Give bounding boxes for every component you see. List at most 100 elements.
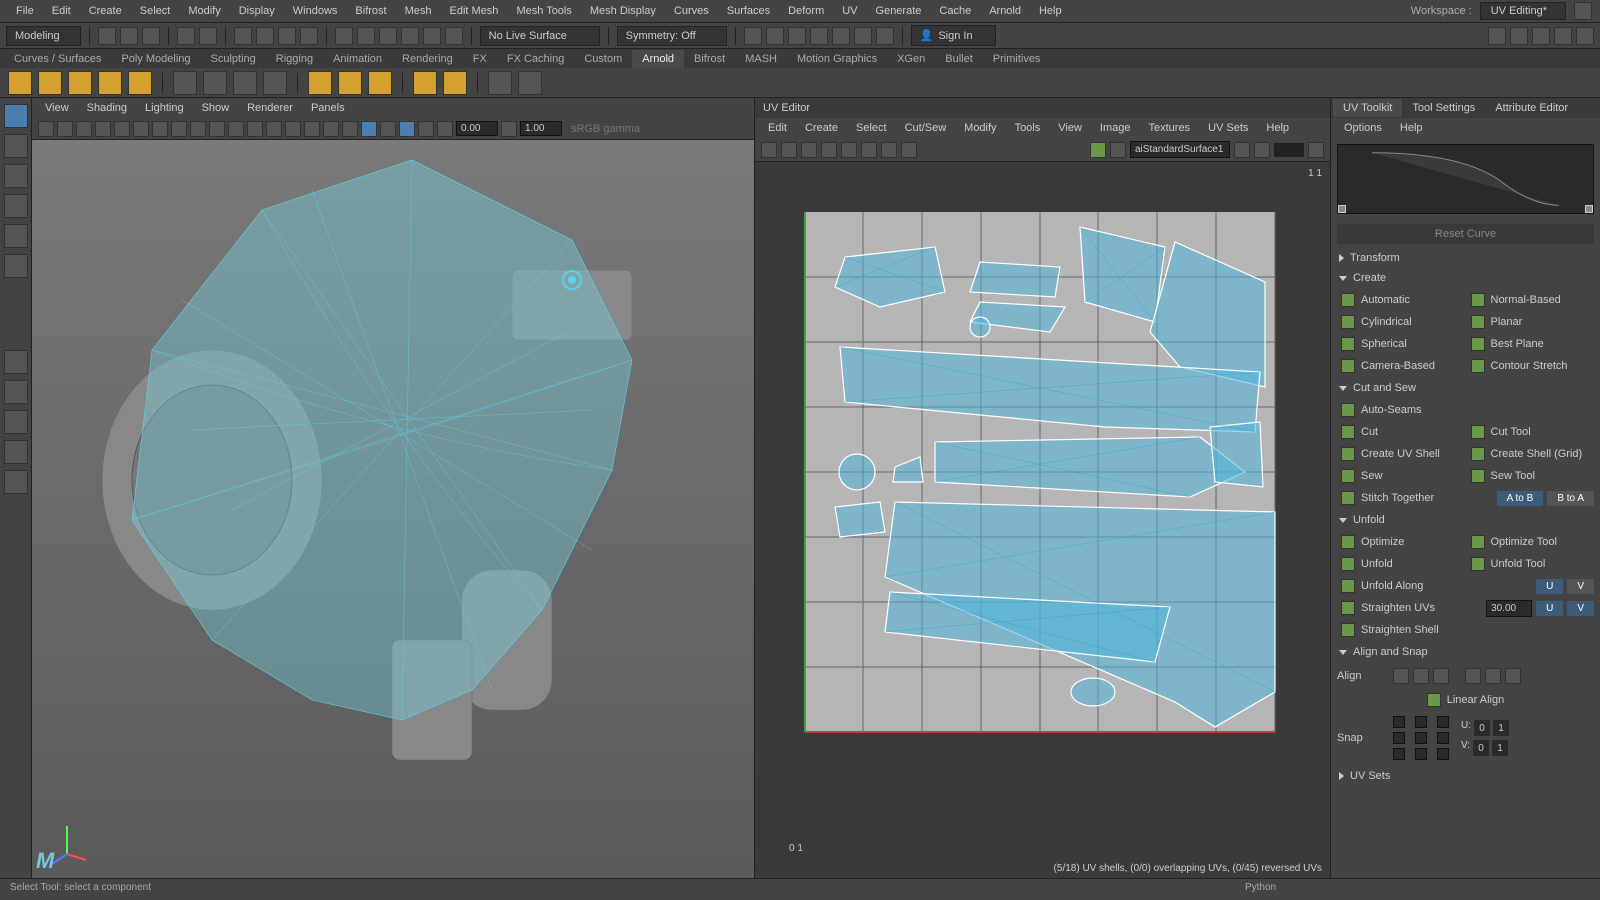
v0-val[interactable]: 0 bbox=[1473, 740, 1489, 756]
new-scene-icon[interactable] bbox=[98, 27, 116, 45]
menu-bifrost[interactable]: Bifrost bbox=[347, 2, 394, 20]
lock-icon[interactable] bbox=[1574, 2, 1592, 20]
straighten-u-button[interactable]: U bbox=[1536, 601, 1563, 616]
playback-icon[interactable] bbox=[788, 27, 806, 45]
tab-attribute-editor[interactable]: Attribute Editor bbox=[1485, 99, 1578, 117]
snap-ml-checkbox[interactable] bbox=[1393, 732, 1405, 744]
align-left-icon[interactable] bbox=[1393, 668, 1409, 684]
uv-menu-edit[interactable]: Edit bbox=[761, 120, 794, 136]
vp-toggle6-icon[interactable] bbox=[399, 121, 415, 137]
shelf-tab-anim[interactable]: Animation bbox=[323, 50, 392, 68]
layout2-icon[interactable] bbox=[1510, 27, 1528, 45]
menu-editmesh[interactable]: Edit Mesh bbox=[442, 2, 507, 20]
vp-toggle2-icon[interactable] bbox=[323, 121, 339, 137]
section-align[interactable]: Align and Snap bbox=[1331, 642, 1600, 662]
toolkit-menu-help[interactable]: Help bbox=[1393, 120, 1430, 136]
shelf-tab-bullet[interactable]: Bullet bbox=[935, 50, 983, 68]
symmetry-selector[interactable]: Symmetry: Off bbox=[617, 26, 727, 46]
straightenshell-button[interactable]: Straighten Shell bbox=[1337, 620, 1594, 640]
uv-menu-uvsets[interactable]: UV Sets bbox=[1201, 120, 1255, 136]
menu-create[interactable]: Create bbox=[81, 2, 130, 20]
sewtool-button[interactable]: Sew Tool bbox=[1467, 466, 1595, 486]
uv-pixel-icon[interactable] bbox=[801, 142, 817, 158]
menu-surfaces[interactable]: Surfaces bbox=[719, 2, 778, 20]
uv-menu-textures[interactable]: Textures bbox=[1141, 120, 1197, 136]
section-unfold[interactable]: Unfold bbox=[1331, 510, 1600, 530]
menu-select[interactable]: Select bbox=[132, 2, 179, 20]
uv-grid-icon[interactable] bbox=[761, 142, 777, 158]
paint-select-icon[interactable] bbox=[278, 27, 296, 45]
snap-bl-checkbox[interactable] bbox=[1393, 748, 1405, 760]
align-right-icon[interactable] bbox=[1433, 668, 1449, 684]
vp-menu-shading[interactable]: Shading bbox=[80, 100, 134, 116]
workspace-selector[interactable]: UV Editing* bbox=[1480, 2, 1566, 20]
uv-menu-view[interactable]: View bbox=[1051, 120, 1089, 136]
create-camera-button[interactable]: Camera-Based bbox=[1337, 356, 1465, 376]
layout5-icon[interactable] bbox=[1576, 27, 1594, 45]
vp-menu-view[interactable]: View bbox=[38, 100, 76, 116]
vp-tex-icon[interactable] bbox=[190, 121, 206, 137]
snap-curve-icon[interactable] bbox=[357, 27, 375, 45]
vp-shaded-icon[interactable] bbox=[171, 121, 187, 137]
unfold-u-button[interactable]: U bbox=[1536, 579, 1563, 594]
menu-mesh[interactable]: Mesh bbox=[397, 2, 440, 20]
snap-mr-checkbox[interactable] bbox=[1437, 732, 1449, 744]
vp-isolate-icon[interactable] bbox=[247, 121, 263, 137]
createshellgrid-button[interactable]: Create Shell (Grid) bbox=[1467, 444, 1595, 464]
pause-icon[interactable] bbox=[876, 27, 894, 45]
redo-icon[interactable] bbox=[199, 27, 217, 45]
signin-button[interactable]: 👤 Sign In bbox=[911, 25, 996, 46]
v1-val[interactable]: 1 bbox=[1492, 740, 1508, 756]
uv-tile-icon[interactable] bbox=[821, 142, 837, 158]
uv-material-icon[interactable] bbox=[1090, 142, 1106, 158]
arnold-mesh3-icon[interactable] bbox=[233, 71, 257, 95]
falloff-curve-editor[interactable] bbox=[1337, 144, 1594, 214]
vp-gamma-input[interactable] bbox=[520, 121, 562, 136]
rotate-tool-icon[interactable] bbox=[4, 224, 28, 248]
shelf-tab-fx[interactable]: FX bbox=[463, 50, 497, 68]
vp-shadow-icon[interactable] bbox=[228, 121, 244, 137]
uv-checker-icon[interactable] bbox=[861, 142, 877, 158]
snap-br-checkbox[interactable] bbox=[1437, 748, 1449, 760]
uv-settings-icon[interactable] bbox=[1110, 142, 1126, 158]
layout-prev-icon[interactable] bbox=[4, 440, 28, 464]
shelf-tab-arnold[interactable]: Arnold bbox=[632, 50, 684, 68]
layout4-icon[interactable] bbox=[1554, 27, 1572, 45]
align-bottom-icon[interactable] bbox=[1505, 668, 1521, 684]
shelf-tab-custom[interactable]: Custom bbox=[574, 50, 632, 68]
snap-tc-checkbox[interactable] bbox=[1415, 716, 1427, 728]
play-icon[interactable] bbox=[854, 27, 872, 45]
create-planar-button[interactable]: Planar bbox=[1467, 312, 1595, 332]
vp-toggle3-icon[interactable] bbox=[342, 121, 358, 137]
vp-xray-icon[interactable] bbox=[266, 121, 282, 137]
curve-handle-left[interactable] bbox=[1338, 205, 1346, 213]
lasso-icon[interactable] bbox=[256, 27, 274, 45]
uv-image-icon[interactable] bbox=[901, 142, 917, 158]
snap-plane-icon[interactable] bbox=[401, 27, 419, 45]
unfold-v-button[interactable]: V bbox=[1567, 579, 1594, 594]
vp-exposure-icon[interactable] bbox=[437, 121, 453, 137]
vp-safe-icon[interactable] bbox=[133, 121, 149, 137]
vp-menu-panels[interactable]: Panels bbox=[304, 100, 352, 116]
menu-edit[interactable]: Edit bbox=[44, 2, 79, 20]
scale-tool-icon[interactable] bbox=[4, 254, 28, 278]
vp-wireframe-icon[interactable] bbox=[152, 121, 168, 137]
snap-bc-checkbox[interactable] bbox=[1415, 748, 1427, 760]
uv-menu-modify[interactable]: Modify bbox=[957, 120, 1003, 136]
vp-menu-renderer[interactable]: Renderer bbox=[240, 100, 300, 116]
uv-bake-icon[interactable] bbox=[1254, 142, 1270, 158]
mode-selector[interactable]: Modeling bbox=[6, 26, 81, 46]
menu-windows[interactable]: Windows bbox=[285, 2, 346, 20]
vp-gate-icon[interactable] bbox=[114, 121, 130, 137]
shelf-tab-fxcache[interactable]: FX Caching bbox=[497, 50, 574, 68]
align-middle-icon[interactable] bbox=[1485, 668, 1501, 684]
uv-menu-help[interactable]: Help bbox=[1259, 120, 1296, 136]
unfoldtool-button[interactable]: Unfold Tool bbox=[1467, 554, 1595, 574]
arnold-tool1-icon[interactable] bbox=[413, 71, 437, 95]
save-scene-icon[interactable] bbox=[142, 27, 160, 45]
tab-uv-toolkit[interactable]: UV Toolkit bbox=[1333, 99, 1402, 117]
shelf-tab-rigging[interactable]: Rigging bbox=[266, 50, 323, 68]
create-automatic-button[interactable]: Automatic bbox=[1337, 290, 1465, 310]
optimizetool-button[interactable]: Optimize Tool bbox=[1467, 532, 1595, 552]
layout-quad-icon[interactable] bbox=[4, 380, 28, 404]
